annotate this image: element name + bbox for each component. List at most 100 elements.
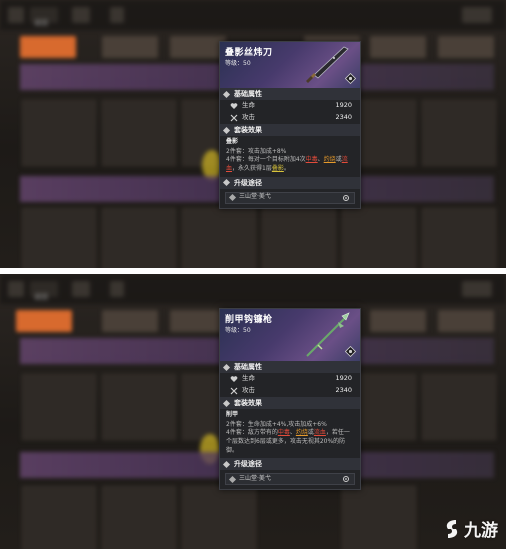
set-effect-body: 削甲 2件套：生命加成+4%,攻击加成+6% 4件套：敌方带有的中毒、灼烧或流血… <box>220 409 360 458</box>
set-bonus-4pc: 4件套：敌方带有的中毒、灼烧或流血，若任一个层数达到6层或更多，攻击无视其20%… <box>226 429 354 455</box>
section-bullet-icon <box>222 460 231 468</box>
tab-manual[interactable] <box>438 36 494 58</box>
item-slot[interactable] <box>22 374 96 440</box>
tab-weapon[interactable] <box>102 36 158 58</box>
stat-row-attack: 攻击 2340 <box>220 112 360 124</box>
screenshot-panel-bottom: 返回 削甲钩镰枪 等级：50 基础属性 生命 1920 攻击 2340 套装效果… <box>0 274 506 549</box>
close-icon[interactable] <box>110 281 124 297</box>
location-marker-icon <box>228 475 237 483</box>
item-slot[interactable] <box>22 208 96 268</box>
stat-name: 生命 <box>242 374 255 383</box>
set-name: 叠影 <box>226 138 239 145</box>
upgrade-path-text: 三山堂·美弋 <box>239 193 271 201</box>
location-marker-icon <box>228 194 237 202</box>
item-tooltip-card: 削甲钩镰枪 等级：50 基础属性 生命 1920 攻击 2340 套装效果 削甲… <box>219 308 361 491</box>
section-title: 套装效果 <box>234 398 262 407</box>
item-title: 叠影丝炜刀 <box>225 48 273 58</box>
close-icon[interactable] <box>110 7 124 23</box>
upgrade-path-header: 升级途径 <box>220 458 360 471</box>
tab-armor[interactable] <box>170 310 226 332</box>
back-icon[interactable] <box>8 7 24 23</box>
broadsword-icon <box>306 46 349 83</box>
base-attributes-header: 基础属性 <box>220 88 360 100</box>
tab-other[interactable] <box>370 310 426 332</box>
item-slot[interactable] <box>182 208 256 268</box>
keyword-poison[interactable]: 中毒 <box>306 156 318 163</box>
set-text: ，永久获得1层 <box>232 165 272 173</box>
back-icon[interactable] <box>8 281 24 297</box>
heart-icon <box>230 376 238 382</box>
item-slot[interactable] <box>422 208 496 268</box>
base-attributes-header: 基础属性 <box>220 361 360 373</box>
back-label-text: 返回 <box>34 293 48 301</box>
set-effect-body: 叠影 2件套：攻击加成+8% 4件套：每对一个目标附加4次中毒、灼烧或流血，永久… <box>220 136 360 177</box>
keyword-shadow[interactable]: 叠影 <box>272 165 284 172</box>
tab-other[interactable] <box>370 36 426 58</box>
tab-armor[interactable] <box>170 36 226 58</box>
item-slot[interactable] <box>102 208 176 268</box>
quality-badge-icon <box>345 73 356 84</box>
back-label[interactable]: 返回 <box>30 7 58 27</box>
item-slot[interactable] <box>22 100 96 166</box>
goto-gear-icon[interactable] <box>342 194 350 202</box>
quality-badge-icon <box>345 346 356 357</box>
stat-value: 1920 <box>335 101 352 110</box>
section-bullet-icon <box>222 399 231 407</box>
section-bullet-icon <box>222 179 231 187</box>
top-bar: 返回 <box>0 0 506 30</box>
stat-row-attack: 攻击 2340 <box>220 385 360 397</box>
set-effect-header: 套装效果 <box>220 124 360 136</box>
back-label[interactable]: 返回 <box>30 281 58 301</box>
screenshot-panel-top: 返回 叠影丝炜刀 等级：50 基础属性 生命 1920 攻击 2340 套装效果… <box>0 0 506 268</box>
item-slot[interactable] <box>422 374 496 440</box>
keyword-burn[interactable]: 灼烧 <box>296 429 308 436</box>
item-level: 等级：50 <box>225 327 251 334</box>
currency-display <box>462 281 492 297</box>
top-bar: 返回 <box>0 274 506 304</box>
item-slot[interactable] <box>422 100 496 166</box>
stat-name: 攻击 <box>242 386 255 395</box>
tab-weapon[interactable] <box>102 310 158 332</box>
stat-value: 2340 <box>335 386 352 395</box>
item-slot[interactable] <box>102 374 176 440</box>
section-bullet-icon <box>222 126 231 134</box>
swords-icon <box>230 387 238 395</box>
item-slot[interactable] <box>22 486 96 549</box>
stat-row-hp: 生命 1920 <box>220 373 360 385</box>
item-slot[interactable] <box>262 208 336 268</box>
heart-icon <box>230 103 238 109</box>
keyword-poison[interactable]: 中毒 <box>278 429 290 436</box>
upgrade-path-header: 升级途径 <box>220 176 360 189</box>
upgrade-path-entry[interactable]: 三山堂·美弋 <box>225 473 355 486</box>
set-bonus-4pc: 4件套：每对一个目标附加4次中毒、灼烧或流血，永久获得1层叠影。 <box>226 156 354 173</box>
item-slot[interactable] <box>102 486 176 549</box>
stat-row-hp: 生命 1920 <box>220 100 360 112</box>
item-slot[interactable] <box>182 486 256 549</box>
keyword-bleed[interactable]: 流血 <box>314 429 326 436</box>
jiuyou-logo-icon <box>446 519 458 538</box>
home-icon[interactable] <box>72 7 90 23</box>
goto-gear-icon[interactable] <box>342 475 350 483</box>
upgrade-path-entry[interactable]: 三山堂·美弋 <box>225 191 355 204</box>
currency-display <box>462 7 492 23</box>
section-bullet-icon <box>222 90 231 98</box>
section-title: 升级途径 <box>234 460 262 469</box>
tab-all[interactable] <box>20 36 76 58</box>
section-bullet-icon <box>222 363 231 371</box>
item-slot[interactable] <box>102 100 176 166</box>
home-icon[interactable] <box>72 281 90 297</box>
section-title: 套装效果 <box>234 125 262 134</box>
item-slot[interactable] <box>342 486 416 549</box>
item-slot[interactable] <box>342 208 416 268</box>
back-label-text: 返回 <box>34 19 48 27</box>
tab-all[interactable] <box>16 310 72 332</box>
stat-name: 攻击 <box>242 113 255 122</box>
set-effect-header: 套装效果 <box>220 397 360 409</box>
upgrade-path-text: 三山堂·美弋 <box>239 475 271 483</box>
tab-manual[interactable] <box>438 310 494 332</box>
stat-name: 生命 <box>242 101 255 110</box>
keyword-burn[interactable]: 灼烧 <box>324 156 336 163</box>
set-text: 4件套：敌方带有的 <box>226 429 278 437</box>
item-level: 等级：50 <box>225 60 251 67</box>
card-header: 削甲钩镰枪 等级：50 <box>220 309 360 361</box>
